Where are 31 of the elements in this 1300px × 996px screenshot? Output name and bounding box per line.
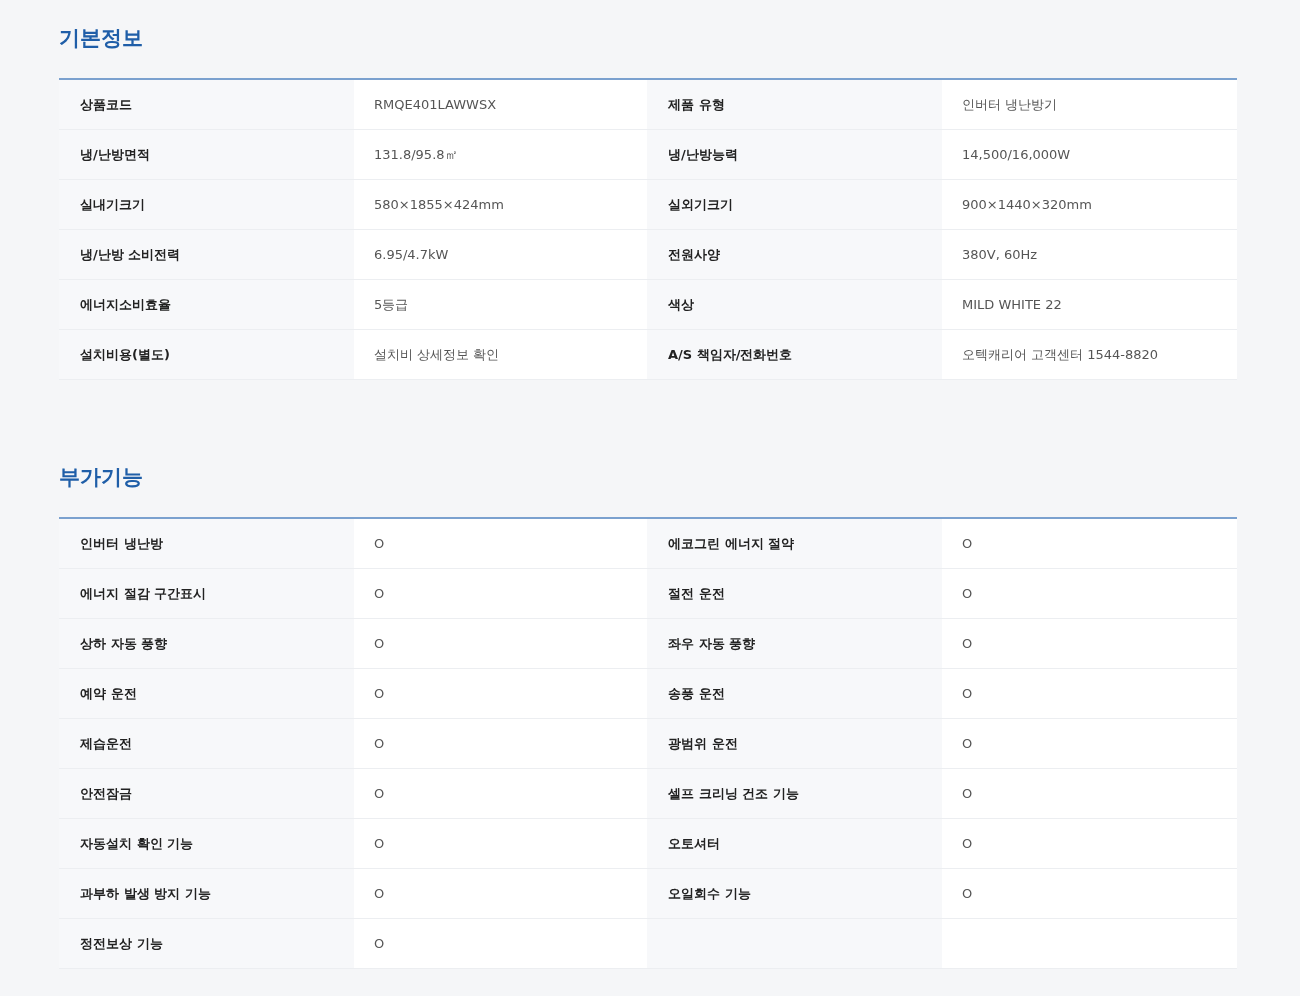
- value-cell: RMQE401LAWWSX: [354, 80, 647, 130]
- value-cell: O: [942, 719, 1237, 769]
- section-title: 기본정보: [59, 25, 143, 52]
- value-cell: O: [354, 719, 647, 769]
- value-cell: MILD WHITE 22: [942, 280, 1237, 330]
- value-cell: 인버터 냉난방기: [942, 80, 1237, 130]
- value-cell: 설치비 상세정보 확인: [354, 330, 647, 380]
- value-cell: 900×1440×320mm: [942, 180, 1237, 230]
- value-cell: O: [354, 819, 647, 869]
- section-title: 부가기능: [59, 464, 143, 491]
- value-cell: O: [942, 619, 1237, 669]
- value-cell: O: [942, 669, 1237, 719]
- value-cell: O: [354, 769, 647, 819]
- value-cell: O: [942, 519, 1237, 569]
- value-cell: O: [354, 519, 647, 569]
- value-cell: 6.95/4.7kW: [354, 230, 647, 280]
- value-cell: 131.8/95.8㎡: [354, 130, 647, 180]
- value-cell: O: [942, 569, 1237, 619]
- value-cell: O: [354, 869, 647, 919]
- value-cell: O: [354, 919, 647, 969]
- value-cell: O: [354, 569, 647, 619]
- value-cell: O: [942, 869, 1237, 919]
- value-cell: 14,500/16,000W: [942, 130, 1237, 180]
- value-cell: O: [354, 669, 647, 719]
- value-cell: 오텍캐리어 고객센터 1544-8820: [942, 330, 1237, 380]
- value-cell: O: [942, 819, 1237, 869]
- value-cell: O: [942, 769, 1237, 819]
- value-cell: 580×1855×424mm: [354, 180, 647, 230]
- value-cell: 5등급: [354, 280, 647, 330]
- value-cell: 380V, 60Hz: [942, 230, 1237, 280]
- value-cell: O: [354, 619, 647, 669]
